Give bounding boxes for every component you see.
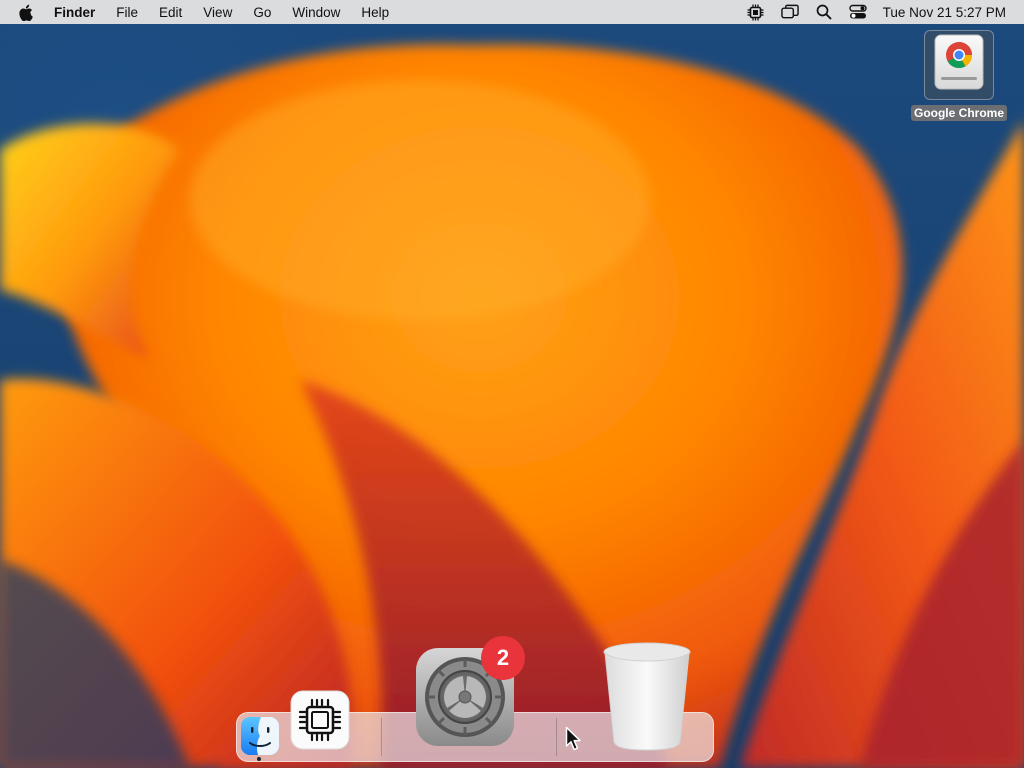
cpu-chip-icon [290,690,350,754]
dock-app-trash[interactable] [600,640,694,757]
menu-go[interactable]: Go [253,5,271,20]
apple-menu-icon[interactable] [18,4,34,21]
menu-app-finder[interactable]: Finder [54,5,95,20]
desktop-icon-label: Google Chrome [910,105,1007,121]
menu-bar: Finder File Edit View Go Window Help Tue… [0,0,1024,24]
dock-app-cpu-monitor[interactable] [290,690,350,755]
system-settings-gear-icon [414,648,516,752]
trash-icon [600,642,694,756]
menu-bar-clock[interactable]: Tue Nov 21 5:27 PM [883,5,1006,20]
menu-help[interactable]: Help [361,5,389,20]
notification-badge: 2 [481,636,525,680]
mouse-pointer-icon [565,726,583,757]
menu-bar-status-area: Tue Nov 21 5:27 PM [731,0,1006,24]
desktop-icon-google-chrome[interactable]: Google Chrome [909,30,1009,121]
spotlight-search-icon[interactable] [815,4,833,20]
dock-separator [556,718,557,756]
menu-window[interactable]: Window [292,5,340,20]
menu-view[interactable]: View [203,5,232,20]
control-center-icon[interactable] [848,4,867,20]
cpu-monitor-icon[interactable] [747,4,765,20]
desktop-icon-selection-frame [924,30,994,100]
dock-running-indicator [257,757,261,761]
dock-app-finder[interactable] [240,716,280,761]
dock-separator [381,718,382,756]
menu-edit[interactable]: Edit [159,5,182,20]
menu-file[interactable]: File [116,5,138,20]
chrome-disk-image-icon [931,33,987,98]
screen-mirroring-icon[interactable] [780,4,799,20]
